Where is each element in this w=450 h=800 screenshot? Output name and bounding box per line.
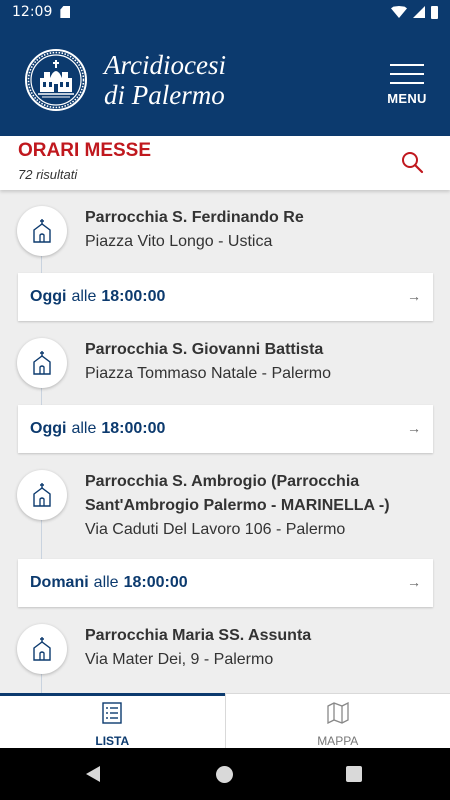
status-bar: 12:09 xyxy=(0,0,450,24)
arrow-right-icon: → xyxy=(407,288,421,304)
mass-time-prefix: alle xyxy=(71,288,97,305)
list-icon xyxy=(102,702,122,724)
brand-title: Arcidiocesi di Palermo xyxy=(104,50,226,110)
tab-lista[interactable]: LISTA xyxy=(0,693,225,748)
screen: 12:09 Arcidiocesi di Palermo MENU ORARI … xyxy=(0,0,450,800)
mass-day: Oggi xyxy=(30,420,67,437)
parish-name: Parrocchia S. Ferdinando Re xyxy=(85,209,304,226)
status-icons xyxy=(391,5,438,19)
parish-name-line-1: Parrocchia S. Ambrogio (Parrocchia xyxy=(85,473,360,490)
mass-time-card[interactable]: Domani alle 18:00:00 → xyxy=(18,559,433,607)
sd-card-icon xyxy=(60,6,71,18)
arrow-right-icon: → xyxy=(407,574,421,590)
parish-name: Parrocchia Maria SS. Assunta xyxy=(85,627,312,644)
page-title-bar: ORARI MESSE 72 risultati xyxy=(0,136,450,190)
map-icon xyxy=(327,701,349,725)
arrow-right-icon: → xyxy=(407,420,421,436)
parish-address: Via Caduti Del Lavoro 106 - Palermo xyxy=(85,521,346,538)
mass-time-card[interactable]: Oggi alle 18:00:00 → xyxy=(18,405,433,453)
parish-address: Piazza Vito Longo - Ustica xyxy=(85,233,273,250)
signal-icon xyxy=(413,6,425,18)
battery-icon xyxy=(431,5,438,19)
parish-address: Via Mater Dei, 9 - Palermo xyxy=(85,651,274,668)
home-icon[interactable] xyxy=(216,766,233,783)
results-count: 72 risultati xyxy=(18,167,78,182)
parish-name-line-2: Sant'Ambrogio Palermo - MARINELLA -) xyxy=(85,497,390,514)
menu-button[interactable]: MENU xyxy=(386,64,428,108)
church-icon xyxy=(17,206,67,256)
church-icon xyxy=(17,338,67,388)
search-icon[interactable] xyxy=(400,150,424,174)
mass-time-card[interactable]: Oggi alle 18:00:00 → xyxy=(18,273,433,321)
tab-mappa-label: MAPPA xyxy=(317,734,359,748)
diocese-logo-icon xyxy=(25,49,87,111)
parish-address: Piazza Tommaso Natale - Palermo xyxy=(85,365,332,382)
brand-line-1: Arcidiocesi xyxy=(104,50,226,80)
wifi-icon xyxy=(391,6,407,18)
app-header: Arcidiocesi di Palermo MENU xyxy=(0,24,450,136)
church-icon xyxy=(17,470,67,520)
mass-day: Oggi xyxy=(30,288,67,305)
menu-label: MENU xyxy=(387,91,427,106)
parish-list: Parrocchia S. Ferdinando Re Piazza Vito … xyxy=(0,190,450,693)
bottom-tabs: LISTA MAPPA xyxy=(0,693,450,748)
system-nav-bar xyxy=(0,748,450,800)
mass-time-prefix: alle xyxy=(93,574,119,591)
back-icon[interactable] xyxy=(86,766,100,782)
mass-time: 18:00:00 xyxy=(123,574,188,591)
recent-apps-icon[interactable] xyxy=(346,766,362,782)
tab-mappa[interactable]: MAPPA xyxy=(224,694,450,748)
mass-day: Domani xyxy=(30,574,89,591)
mass-time-prefix: alle xyxy=(71,420,97,437)
parish-name: Parrocchia S. Giovanni Battista xyxy=(85,341,324,358)
timeline-connector xyxy=(41,514,42,560)
mass-time: 18:00:00 xyxy=(101,420,166,437)
parish-name: Parrocchia S. Ambrogio (Parrocchia Sant'… xyxy=(85,470,420,518)
church-icon xyxy=(17,624,67,674)
tab-lista-label: LISTA xyxy=(95,734,130,748)
mass-time: 18:00:00 xyxy=(101,288,166,305)
status-time: 12:09 xyxy=(12,4,53,20)
page-title: ORARI MESSE xyxy=(18,140,152,161)
brand-line-2: di Palermo xyxy=(104,80,225,110)
hamburger-icon xyxy=(386,64,428,84)
